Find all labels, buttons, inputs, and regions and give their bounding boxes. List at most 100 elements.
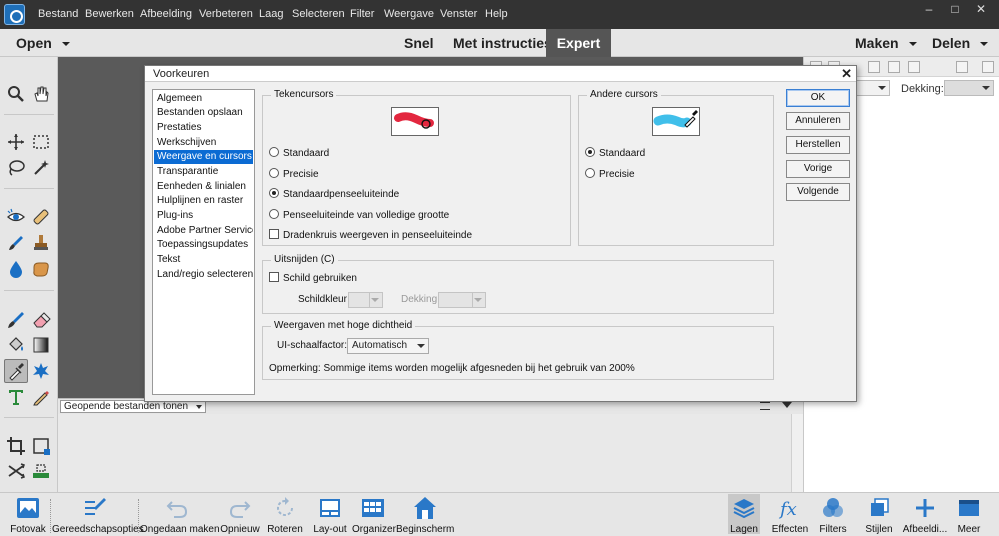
pencil-tool-icon[interactable]	[31, 387, 51, 407]
blur-tool-icon[interactable]	[6, 259, 26, 279]
crop-tool-icon[interactable]	[6, 436, 26, 456]
radio-button-checked[interactable]	[585, 147, 595, 157]
radio-button[interactable]	[585, 168, 595, 178]
category-item-selected[interactable]: Weergave en cursors	[154, 150, 253, 164]
marquee-tool-icon[interactable]	[31, 132, 51, 152]
shield-checkbox-row[interactable]: Schild gebruiken	[269, 272, 357, 286]
radio-standard-drawing[interactable]: Standaard	[269, 147, 329, 161]
maken-button[interactable]: Maken	[855, 35, 917, 51]
radio-full-size-brush-tip[interactable]: Penseeluiteinde van volledige grootte	[269, 209, 449, 223]
styles-button[interactable]: Stijlen	[862, 496, 896, 535]
collapse-bin-icon[interactable]	[782, 402, 792, 408]
close-window-button[interactable]: ✕	[970, 3, 992, 17]
smart-brush-icon[interactable]	[6, 233, 26, 253]
category-item[interactable]: Hulplijnen en raster	[154, 194, 253, 208]
menu-afbeelding[interactable]: Afbeelding	[140, 8, 192, 20]
spot-healing-icon[interactable]	[31, 207, 51, 227]
menu-bestand[interactable]: Bestand	[38, 8, 78, 20]
reset-button[interactable]: Herstellen	[786, 136, 850, 154]
zoom-tool-icon[interactable]	[6, 84, 26, 104]
redo-button[interactable]: Opnieuw	[218, 496, 262, 535]
category-item[interactable]: Bestanden opslaan	[154, 106, 253, 120]
menu-bewerken[interactable]: Bewerken	[85, 8, 134, 20]
paint-bucket-icon[interactable]	[6, 335, 26, 355]
tab-expert[interactable]: Expert	[546, 29, 611, 57]
photo-bin-scrollbar[interactable]	[791, 414, 803, 492]
sponge-tool-icon[interactable]	[31, 259, 51, 279]
undo-button[interactable]: Ongedaan maken	[140, 496, 220, 535]
category-item[interactable]: Transparantie	[154, 165, 253, 179]
shield-opacity-field[interactable]	[438, 292, 486, 308]
category-item[interactable]: Eenheden & linialen	[154, 180, 253, 194]
cancel-button[interactable]: Annuleren	[786, 112, 850, 130]
custom-shape-icon[interactable]	[31, 361, 51, 381]
minimize-button[interactable]: –	[918, 3, 940, 17]
red-eye-tool-icon[interactable]	[6, 207, 26, 227]
lock-icon[interactable]	[908, 61, 920, 73]
menu-selecteren[interactable]: Selecteren	[292, 8, 345, 20]
eraser-tool-icon[interactable]	[31, 310, 51, 330]
category-item[interactable]: Toepassingsupdates	[154, 238, 253, 252]
menu-venster[interactable]: Venster	[440, 8, 477, 20]
next-button[interactable]: Volgende	[786, 183, 850, 201]
previous-button[interactable]: Vorige	[786, 160, 850, 178]
open-button[interactable]: Open	[16, 35, 70, 51]
radio-precision-other[interactable]: Precisie	[585, 168, 635, 182]
lasso-tool-icon[interactable]	[6, 158, 26, 178]
category-item[interactable]: Land/regio selecteren	[154, 268, 253, 282]
trash-icon[interactable]	[956, 61, 968, 73]
gradient-tool-icon[interactable]	[31, 335, 51, 355]
category-item[interactable]: Prestaties	[154, 121, 253, 135]
radio-button[interactable]	[269, 168, 279, 178]
ok-button[interactable]: OK	[786, 89, 850, 107]
add-image-button[interactable]: Afbeeldi...	[902, 496, 948, 535]
panel-menu-icon[interactable]	[982, 61, 994, 73]
layout-button[interactable]: Lay-out	[310, 496, 350, 535]
home-screen-button[interactable]: Beginscherm	[396, 496, 454, 535]
category-item[interactable]: Plug-ins	[154, 209, 253, 223]
dialog-titlebar[interactable]: Voorkeuren ✕	[145, 66, 856, 82]
shield-color-picker[interactable]	[348, 292, 383, 308]
delen-button[interactable]: Delen	[932, 35, 989, 51]
category-item[interactable]: Algemeen	[154, 92, 253, 106]
mask-icon[interactable]	[888, 61, 900, 73]
recompose-tool-icon[interactable]	[31, 436, 51, 456]
magic-wand-icon[interactable]	[31, 158, 51, 178]
adjustment-layer-icon[interactable]	[868, 61, 880, 73]
radio-standard-other[interactable]: Standaard	[585, 147, 645, 161]
layers-button[interactable]: Lagen	[728, 494, 760, 535]
radio-button[interactable]	[269, 147, 279, 157]
dialog-close-button[interactable]: ✕	[841, 66, 852, 82]
photo-bin[interactable]	[58, 414, 803, 492]
menu-verbeteren[interactable]: Verbeteren	[199, 8, 253, 20]
clone-stamp-icon[interactable]	[31, 233, 51, 253]
menu-help[interactable]: Help	[485, 8, 508, 20]
radio-normal-brush-tip[interactable]: Standaardpenseeluiteinde	[269, 188, 399, 202]
content-move-icon[interactable]	[31, 461, 51, 481]
category-item[interactable]: Adobe Partner Services	[154, 224, 253, 238]
checkbox[interactable]	[269, 272, 279, 282]
ui-scale-select[interactable]: Automatisch	[347, 338, 429, 354]
tab-snel[interactable]: Snel	[404, 35, 434, 51]
eyedropper-tool-icon[interactable]	[4, 359, 28, 383]
bin-menu-icon[interactable]	[760, 402, 770, 410]
menu-laag[interactable]: Laag	[259, 8, 283, 20]
brush-tool-icon[interactable]	[6, 310, 26, 330]
effects-button[interactable]: fx Effecten	[768, 496, 812, 535]
tool-options-button[interactable]: Gereedschapsopties	[52, 496, 144, 535]
rotate-button[interactable]: Roteren	[266, 496, 304, 535]
more-button[interactable]: Meer	[954, 496, 984, 535]
filters-button[interactable]: Filters	[816, 496, 850, 535]
menu-filter[interactable]: Filter	[350, 8, 374, 20]
maximize-button[interactable]: □	[944, 3, 966, 17]
radio-button[interactable]	[269, 209, 279, 219]
menu-weergave[interactable]: Weergave	[384, 8, 434, 20]
category-item[interactable]: Tekst	[154, 253, 253, 267]
tab-met-instructies[interactable]: Met instructies	[453, 35, 552, 51]
photo-bin-button[interactable]: Fotovak	[8, 496, 48, 535]
type-tool-icon[interactable]	[6, 387, 26, 407]
checkbox[interactable]	[269, 229, 279, 239]
straighten-tool-icon[interactable]	[6, 461, 26, 481]
app-logo-icon[interactable]	[4, 4, 25, 25]
category-item[interactable]: Werkschijven	[154, 136, 253, 150]
